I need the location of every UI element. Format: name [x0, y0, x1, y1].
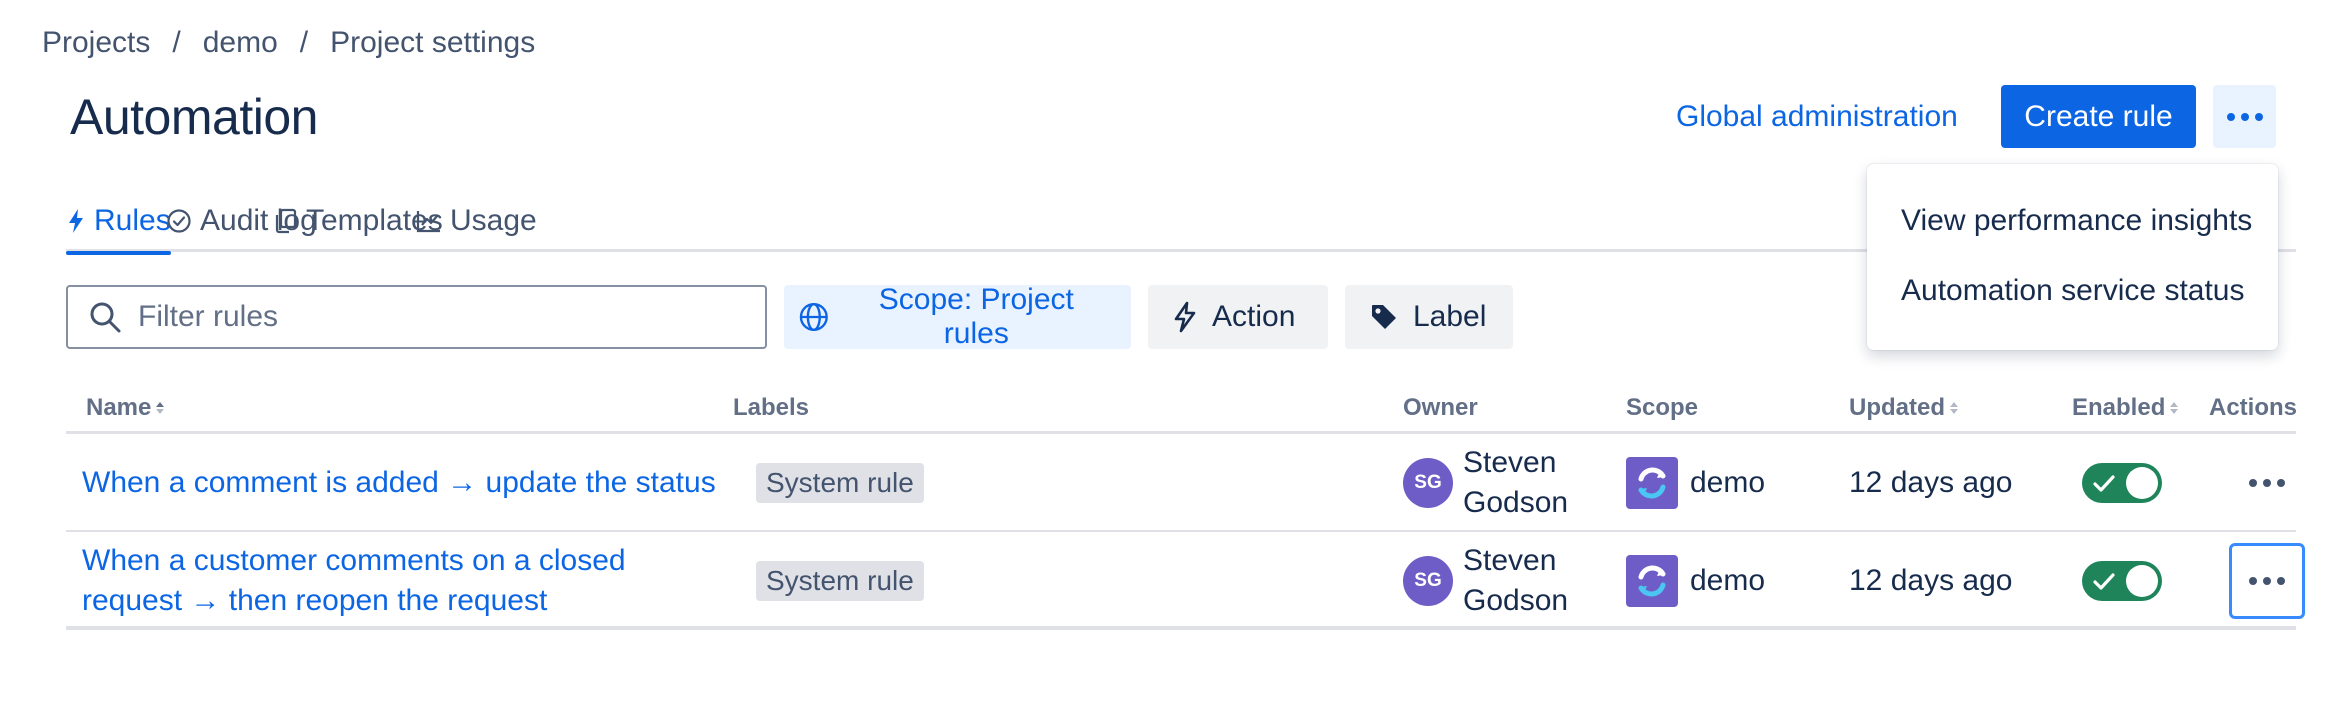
project-icon	[1626, 457, 1678, 509]
rule-name-line: request → then reopen the request	[82, 584, 548, 617]
tag-icon	[1372, 305, 1396, 329]
menu-item-view-performance-insights[interactable]: View performance insights	[1867, 186, 2278, 256]
tab-usage[interactable]: Usage	[416, 196, 537, 252]
tab-rules[interactable]: Rules	[66, 196, 171, 255]
tab-label: Usage	[450, 204, 537, 237]
menu-item-automation-service-status[interactable]: Automation service status	[1867, 256, 2278, 326]
lightning-icon	[69, 209, 83, 233]
column-header-owner: Owner	[1403, 394, 1478, 421]
check-icon	[2093, 573, 2115, 590]
updated-time: 12 days ago	[1849, 564, 2013, 597]
more-actions-button[interactable]	[2213, 85, 2276, 148]
ellipsis-dot	[2263, 577, 2271, 585]
table-header: Name Labels Owner Scope Updated Enabled …	[66, 386, 2298, 434]
column-header-labels: Labels	[733, 394, 810, 421]
sort-icon	[2170, 402, 2179, 414]
scope-project-name: demo	[1690, 466, 1766, 499]
row-actions-button[interactable]	[2229, 445, 2305, 521]
owner-first-name: Steven	[1463, 544, 1557, 577]
rule-label-lozenge: System rule	[756, 561, 924, 601]
check-icon	[2093, 475, 2115, 492]
column-header-label: Updated	[1849, 394, 1945, 421]
column-header-scope: Scope	[1626, 394, 1699, 421]
table-row: When a comment is added → update the sta…	[66, 434, 2296, 532]
toggle-knob	[2126, 565, 2158, 597]
chart-line-icon	[416, 211, 440, 233]
filter-rules-input[interactable]	[138, 300, 738, 334]
table-row: When a customer comments on a closed req…	[66, 532, 2305, 630]
lightning-icon	[1174, 301, 1196, 333]
scope-filter-label: Scope: Project rules	[878, 283, 1074, 350]
sort-icon	[156, 402, 165, 414]
action-filter-label: Action	[1212, 300, 1296, 333]
rule-name-line: When a customer comments on a closed	[82, 544, 626, 577]
filter-rules-field[interactable]	[66, 285, 767, 349]
globe-icon	[799, 302, 828, 332]
column-header-name[interactable]: Name	[86, 394, 165, 422]
breadcrumb-projects[interactable]: Projects	[42, 26, 150, 60]
sync-icon	[1638, 467, 1666, 499]
scope-filter-button[interactable]: Scope: Project rules	[784, 283, 1131, 350]
enabled-toggle[interactable]	[2082, 561, 2162, 601]
ellipsis-dot	[2277, 479, 2285, 487]
copy-icon	[275, 208, 297, 234]
action-filter-button[interactable]: Action	[1148, 285, 1328, 349]
label-filter-label: Label	[1413, 300, 1487, 333]
ellipsis-dot	[2254, 112, 2263, 121]
column-header-enabled[interactable]: Enabled	[2072, 394, 2179, 422]
updated-time: 12 days ago	[1849, 466, 2013, 499]
breadcrumb-project-settings[interactable]: Project settings	[330, 26, 535, 60]
page-title: Automation	[70, 89, 318, 145]
rule-label-lozenge: System rule	[756, 463, 924, 503]
breadcrumb-separator: /	[172, 26, 181, 59]
owner-last-name: Godson	[1463, 584, 1569, 617]
rule-name-link[interactable]: When a customer comments on a closed req…	[82, 541, 626, 621]
toggle-knob	[2126, 467, 2158, 499]
enabled-toggle[interactable]	[2082, 463, 2162, 503]
avatar: SG	[1403, 556, 1453, 606]
check-circle-icon	[167, 209, 191, 233]
rule-name-link[interactable]: When a comment is added → update the sta…	[82, 463, 716, 503]
ellipsis-dot	[2240, 112, 2249, 121]
column-header-label: Enabled	[2072, 394, 2166, 421]
more-actions-menu: View performance insights Automation ser…	[1867, 164, 2278, 350]
project-icon	[1626, 555, 1678, 607]
column-header-actions: Actions	[2209, 394, 2298, 421]
ellipsis-dot	[2263, 479, 2271, 487]
column-header-updated[interactable]: Updated	[1849, 394, 1959, 422]
label-filter-button[interactable]: Label	[1345, 285, 1513, 349]
global-administration-link[interactable]: Global administration	[1676, 100, 1958, 134]
search-icon	[90, 302, 121, 333]
ellipsis-dot	[2277, 577, 2285, 585]
create-rule-button[interactable]: Create rule	[2001, 85, 2196, 148]
owner-name: Steven Godson	[1463, 443, 1568, 523]
breadcrumb: Projects / demo / Project settings	[42, 26, 535, 60]
breadcrumb-demo[interactable]: demo	[203, 26, 278, 60]
ellipsis-icon	[2226, 112, 2235, 121]
owner-name: Steven Godson	[1463, 541, 1568, 621]
row-actions-button[interactable]	[2229, 543, 2305, 619]
tab-label: Rules	[94, 204, 171, 237]
owner-first-name: Steven	[1463, 446, 1557, 479]
sort-icon	[1950, 402, 1958, 414]
sync-icon	[1638, 565, 1666, 597]
owner-last-name: Godson	[1463, 486, 1569, 519]
avatar: SG	[1403, 458, 1453, 508]
rules-table: Name Labels Owner Scope Updated Enabled …	[66, 386, 2305, 630]
ellipsis-icon	[2249, 577, 2257, 585]
ellipsis-icon	[2249, 479, 2257, 487]
scope-project-name: demo	[1690, 564, 1766, 597]
column-header-label: Name	[86, 394, 152, 421]
breadcrumb-separator: /	[299, 26, 309, 59]
